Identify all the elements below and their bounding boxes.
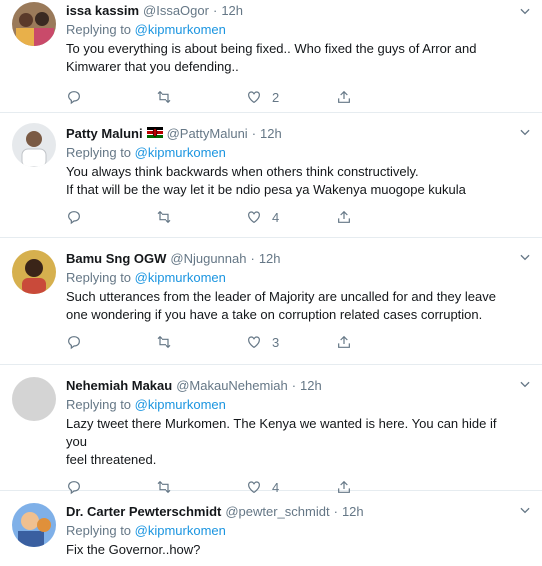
tweet-text-line: If that will be the way let it be ndio p… bbox=[66, 182, 466, 197]
avatar[interactable] bbox=[12, 123, 56, 167]
mention-link[interactable]: @kipmurkomen bbox=[135, 397, 226, 412]
mention-link[interactable]: @kipmurkomen bbox=[135, 270, 226, 285]
separator-dot: · bbox=[250, 251, 255, 266]
author-handle[interactable]: @pewter_schmidt bbox=[225, 503, 329, 521]
timestamp[interactable]: 12h bbox=[300, 377, 322, 395]
like-button[interactable]: 4 bbox=[246, 209, 336, 225]
replying-to-label: Replying to bbox=[66, 523, 135, 538]
tweet-text: To you everything is about being fixed..… bbox=[66, 40, 512, 76]
author-name[interactable]: Nehemiah Makau bbox=[66, 377, 172, 395]
replying-to: Replying to @kipmurkomen bbox=[66, 269, 512, 287]
replying-to-label: Replying to bbox=[66, 22, 135, 37]
replying-to: Replying to @kipmurkomen bbox=[66, 144, 512, 162]
share-icon bbox=[338, 335, 350, 348]
retweet-icon bbox=[157, 90, 171, 104]
chevron-down-icon[interactable] bbox=[518, 250, 532, 264]
heart-icon bbox=[248, 91, 260, 104]
author-name[interactable]: Dr. Carter Pewterschmidt bbox=[66, 503, 221, 521]
tweet-text: Lazy tweet there Murkomen. The Kenya we … bbox=[66, 415, 512, 469]
timestamp[interactable]: 12h bbox=[260, 125, 282, 143]
tweet[interactable]: Bamu Sng OGW @Njugunnah · 12h Replying t… bbox=[0, 238, 542, 365]
author-handle[interactable]: @IssaOgor bbox=[143, 2, 209, 20]
tweet-actions: 4 bbox=[66, 206, 512, 228]
separator-dot: · bbox=[291, 378, 297, 393]
retweet-icon bbox=[157, 335, 171, 349]
retweet-icon bbox=[157, 210, 171, 224]
share-icon bbox=[338, 90, 350, 103]
tweet-text: Fix the Governor..how? bbox=[66, 541, 512, 559]
avatar[interactable] bbox=[12, 377, 56, 421]
author-handle[interactable]: @MakauNehemiah bbox=[176, 377, 287, 395]
replying-to: Replying to @kipmurkomen bbox=[66, 21, 512, 39]
tweet-text-line: feel threatened. bbox=[66, 452, 157, 467]
reply-button[interactable] bbox=[66, 89, 156, 105]
tweet[interactable]: Patty Maluni @PattyMaluni · 12h Replying… bbox=[0, 113, 542, 238]
retweet-button[interactable] bbox=[156, 334, 246, 350]
tweet-text: You always think backwards when others t… bbox=[66, 163, 512, 199]
replying-to: Replying to @kipmurkomen bbox=[66, 396, 512, 414]
author-handle[interactable]: @Njugunnah bbox=[170, 250, 246, 268]
chevron-down-icon[interactable] bbox=[518, 4, 532, 18]
author-name[interactable]: Bamu Sng OGW bbox=[66, 250, 166, 268]
share-button[interactable] bbox=[336, 209, 426, 225]
reply-button[interactable] bbox=[66, 209, 156, 225]
heart-icon bbox=[248, 336, 260, 349]
timestamp[interactable]: 12h bbox=[342, 503, 364, 521]
separator-dot: · bbox=[212, 3, 218, 18]
share-button[interactable] bbox=[336, 89, 426, 105]
kenya-flag-icon bbox=[146, 127, 163, 138]
tweet-actions: 2 bbox=[66, 86, 512, 108]
tweet[interactable]: issa kassim @IssaOgor · 12h Replying to … bbox=[0, 0, 542, 113]
avatar[interactable] bbox=[12, 503, 56, 547]
like-button[interactable]: 2 bbox=[246, 89, 336, 105]
tweet-text-line: To you everything is about being fixed..… bbox=[66, 41, 477, 56]
author-name[interactable]: Patty Maluni bbox=[66, 125, 143, 143]
mention-link[interactable]: @kipmurkomen bbox=[135, 145, 226, 160]
author-name[interactable]: issa kassim bbox=[66, 2, 139, 20]
tweet[interactable]: Nehemiah Makau @MakauNehemiah · 12h Repl… bbox=[0, 365, 542, 495]
mention-link[interactable]: @kipmurkomen bbox=[135, 523, 226, 538]
chevron-down-icon[interactable] bbox=[518, 125, 532, 139]
tweet-text-line: Lazy tweet there Murkomen. The Kenya we … bbox=[66, 416, 497, 449]
retweet-button[interactable] bbox=[156, 209, 246, 225]
tweet-text-line: Fix the Governor..how? bbox=[66, 542, 201, 557]
tweet-text-line: You always think backwards when others t… bbox=[66, 164, 419, 179]
like-button[interactable]: 3 bbox=[246, 334, 336, 350]
heart-icon bbox=[248, 211, 260, 224]
reply-button[interactable] bbox=[66, 334, 156, 350]
tweet[interactable]: Dr. Carter Pewterschmidt @pewter_schmidt… bbox=[0, 491, 542, 566]
like-count: 3 bbox=[272, 334, 280, 350]
share-icon bbox=[338, 210, 350, 223]
timestamp[interactable]: 12h bbox=[259, 250, 281, 268]
reply-icon bbox=[68, 336, 80, 350]
timestamp[interactable]: 12h bbox=[221, 2, 243, 20]
replying-to-label: Replying to bbox=[66, 145, 135, 160]
replying-to-label: Replying to bbox=[66, 270, 135, 285]
tweet-text-line: one wondering if you have a take on corr… bbox=[66, 307, 483, 322]
avatar[interactable] bbox=[12, 2, 56, 46]
author-handle[interactable]: @PattyMaluni bbox=[167, 125, 248, 143]
replying-to-label: Replying to bbox=[66, 397, 135, 412]
reply-icon bbox=[68, 91, 80, 105]
like-count: 2 bbox=[272, 89, 280, 105]
tweet-text-line: Kimwarer that you defending.. bbox=[66, 59, 239, 74]
retweet-button[interactable] bbox=[156, 89, 246, 105]
avatar[interactable] bbox=[12, 250, 56, 294]
like-count: 4 bbox=[272, 209, 280, 225]
reply-icon bbox=[68, 211, 80, 225]
replying-to: Replying to @kipmurkomen bbox=[66, 522, 512, 540]
share-button[interactable] bbox=[336, 334, 426, 350]
separator-dot: · bbox=[251, 126, 257, 141]
chevron-down-icon[interactable] bbox=[518, 503, 532, 517]
mention-link[interactable]: @kipmurkomen bbox=[135, 22, 226, 37]
tweet-actions: 3 bbox=[66, 331, 512, 353]
separator-dot: · bbox=[333, 504, 338, 519]
tweet-text: Such utterances from the leader of Major… bbox=[66, 288, 512, 324]
replies-feed: issa kassim @IssaOgor · 12h Replying to … bbox=[0, 0, 542, 566]
chevron-down-icon[interactable] bbox=[518, 377, 532, 391]
tweet-text-line: Such utterances from the leader of Major… bbox=[66, 289, 496, 304]
